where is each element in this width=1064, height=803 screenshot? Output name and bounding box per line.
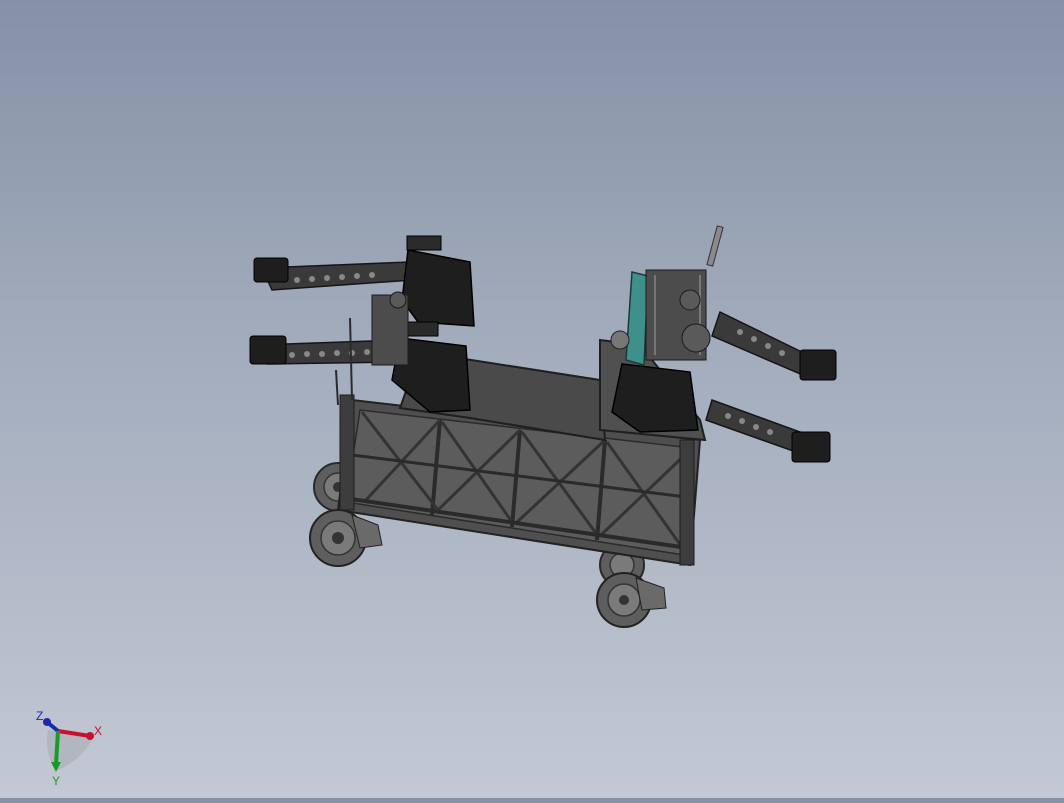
triad-z-label: Z [36, 709, 43, 723]
left-clamp-assembly [249, 235, 475, 413]
orientation-triad[interactable]: X Z Y [36, 709, 102, 788]
wheel-front-right [596, 572, 667, 628]
3d-viewport[interactable]: X Z Y [0, 0, 1064, 798]
triad-y-axis [54, 730, 60, 765]
right-clamp-assembly [610, 225, 837, 463]
wheel-front-left [309, 509, 383, 567]
cart-fixture-model[interactable] [249, 225, 837, 628]
triad-x-label: X [94, 724, 102, 738]
triad-y-label: Y [52, 774, 60, 788]
